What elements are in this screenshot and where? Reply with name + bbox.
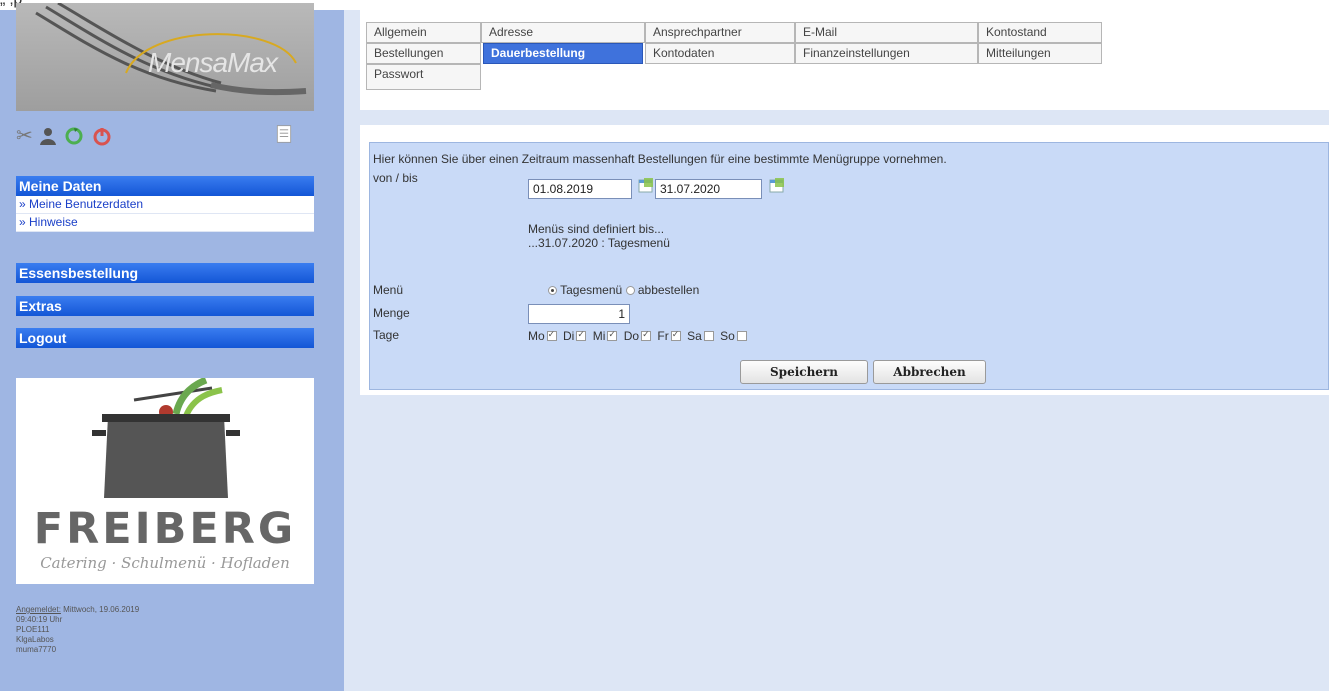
login-line-3: muma7770: [16, 645, 57, 654]
days-row: Mo Di Mi Do Fr Sa So: [528, 328, 750, 343]
nav-sublist: » Meine Benutzerdaten » Hinweise: [16, 196, 314, 232]
save-button[interactable]: Speichern: [740, 360, 868, 384]
login-label[interactable]: Angemeldet:: [16, 605, 61, 614]
login-info: Angemeldet: Mittwoch, 19.06.2019 09:40:1…: [16, 605, 316, 655]
von-bis-label: von / bis: [373, 171, 418, 185]
day-di-checkbox[interactable]: [576, 329, 587, 341]
power-icon[interactable]: [92, 126, 112, 146]
day-sa-checkbox[interactable]: [703, 330, 714, 341]
radio-tagesmenu-label: Tagesmenü: [560, 283, 623, 297]
day-fr-label: Fr: [657, 328, 669, 343]
freiberg-subtitle: Catering · Schulmenü · Hofladen: [40, 554, 290, 572]
tools-icon[interactable]: ✂: [16, 126, 36, 146]
day-mi-label: Mi: [592, 328, 606, 343]
tab-email[interactable]: E-Mail: [795, 22, 978, 43]
radio-abbestellen[interactable]: [625, 286, 635, 296]
defined-line-1: Menüs sind definiert bis...: [528, 222, 665, 236]
nav-item-hinweise[interactable]: » Hinweise: [16, 214, 314, 232]
login-line-1: PLOE111: [16, 625, 50, 634]
form-intro: Hier können Sie über einen Zeitraum mass…: [373, 152, 947, 166]
day-di-label: Di: [563, 328, 575, 343]
nav-item-benutzerdaten[interactable]: » Meine Benutzerdaten: [16, 196, 314, 214]
mensamax-logo[interactable]: MensaMax: [16, 3, 314, 111]
nav-essensbestellung[interactable]: Essensbestellung: [16, 263, 314, 283]
menge-input[interactable]: [528, 304, 630, 324]
calendar-from-icon[interactable]: [638, 177, 654, 193]
day-fr-checkbox[interactable]: [670, 329, 681, 341]
tab-adresse[interactable]: Adresse: [481, 22, 645, 43]
nav-meine-daten[interactable]: Meine Daten: [16, 176, 314, 196]
tab-dauerbestellung[interactable]: Dauerbestellung: [483, 43, 643, 64]
sidebar-icon-row: ✂: [16, 124, 314, 150]
day-sa-label: Sa: [687, 328, 702, 343]
radio-abbestellen-label: abbestellen: [637, 283, 700, 297]
tab-mitteilungen[interactable]: Mitteilungen: [978, 43, 1102, 64]
menu-radio-group: Tagesmenü abbestellen: [548, 283, 699, 297]
login-line-2: KlgaLabos: [16, 635, 54, 644]
date-to-input[interactable]: [655, 179, 762, 199]
refresh-icon[interactable]: [64, 126, 84, 146]
menu-icon[interactable]: [274, 124, 294, 144]
login-datetime: Mittwoch, 19.06.2019: [63, 605, 140, 614]
day-mo-label: Mo: [528, 328, 545, 343]
nav-logout[interactable]: Logout: [16, 328, 314, 348]
tab-kontostand[interactable]: Kontostand: [978, 22, 1102, 43]
cancel-button[interactable]: Abbrechen: [873, 360, 986, 384]
user-icon[interactable]: [38, 126, 58, 146]
tab-kontodaten[interactable]: Kontodaten: [645, 43, 795, 64]
tab-finanzeinstellungen[interactable]: Finanzeinstellungen: [795, 43, 978, 64]
nav-extras[interactable]: Extras: [16, 296, 314, 316]
calendar-to-icon[interactable]: [769, 177, 785, 193]
menge-label: Menge: [373, 306, 410, 320]
sidebar: [0, 10, 344, 691]
freiberg-logo: FREIBERG Catering · Schulmenü · Hofladen: [16, 378, 314, 584]
freiberg-title: FREIBERG: [33, 504, 297, 554]
login-time: 09:40:19 Uhr: [16, 615, 63, 624]
day-mo-checkbox[interactable]: [546, 329, 557, 341]
defined-line-2: ...31.07.2020 : Tagesmenü: [528, 236, 670, 250]
logo-text: MensaMax: [148, 47, 278, 78]
cooking-pot-graphic: [92, 378, 240, 498]
day-mi-checkbox[interactable]: [607, 329, 618, 341]
day-so-checkbox[interactable]: [736, 330, 747, 341]
date-from-input[interactable]: [528, 179, 632, 199]
radio-tagesmenu[interactable]: [548, 286, 557, 296]
tab-allgemein[interactable]: Allgemein: [366, 22, 481, 43]
day-do-checkbox[interactable]: [641, 329, 652, 341]
tab-bestellungen[interactable]: Bestellungen: [366, 43, 481, 64]
tab-bar: Allgemein Adresse Ansprechpartner E-Mail…: [360, 10, 1329, 110]
menu-label: Menü: [373, 283, 404, 297]
day-so-label: So: [720, 328, 735, 343]
tage-label: Tage: [373, 328, 400, 342]
dauerbestellung-form: [369, 142, 1329, 390]
tab-passwort[interactable]: Passwort: [366, 64, 481, 90]
day-do-label: Do: [623, 328, 640, 343]
tab-ansprechpartner[interactable]: Ansprechpartner: [645, 22, 795, 43]
